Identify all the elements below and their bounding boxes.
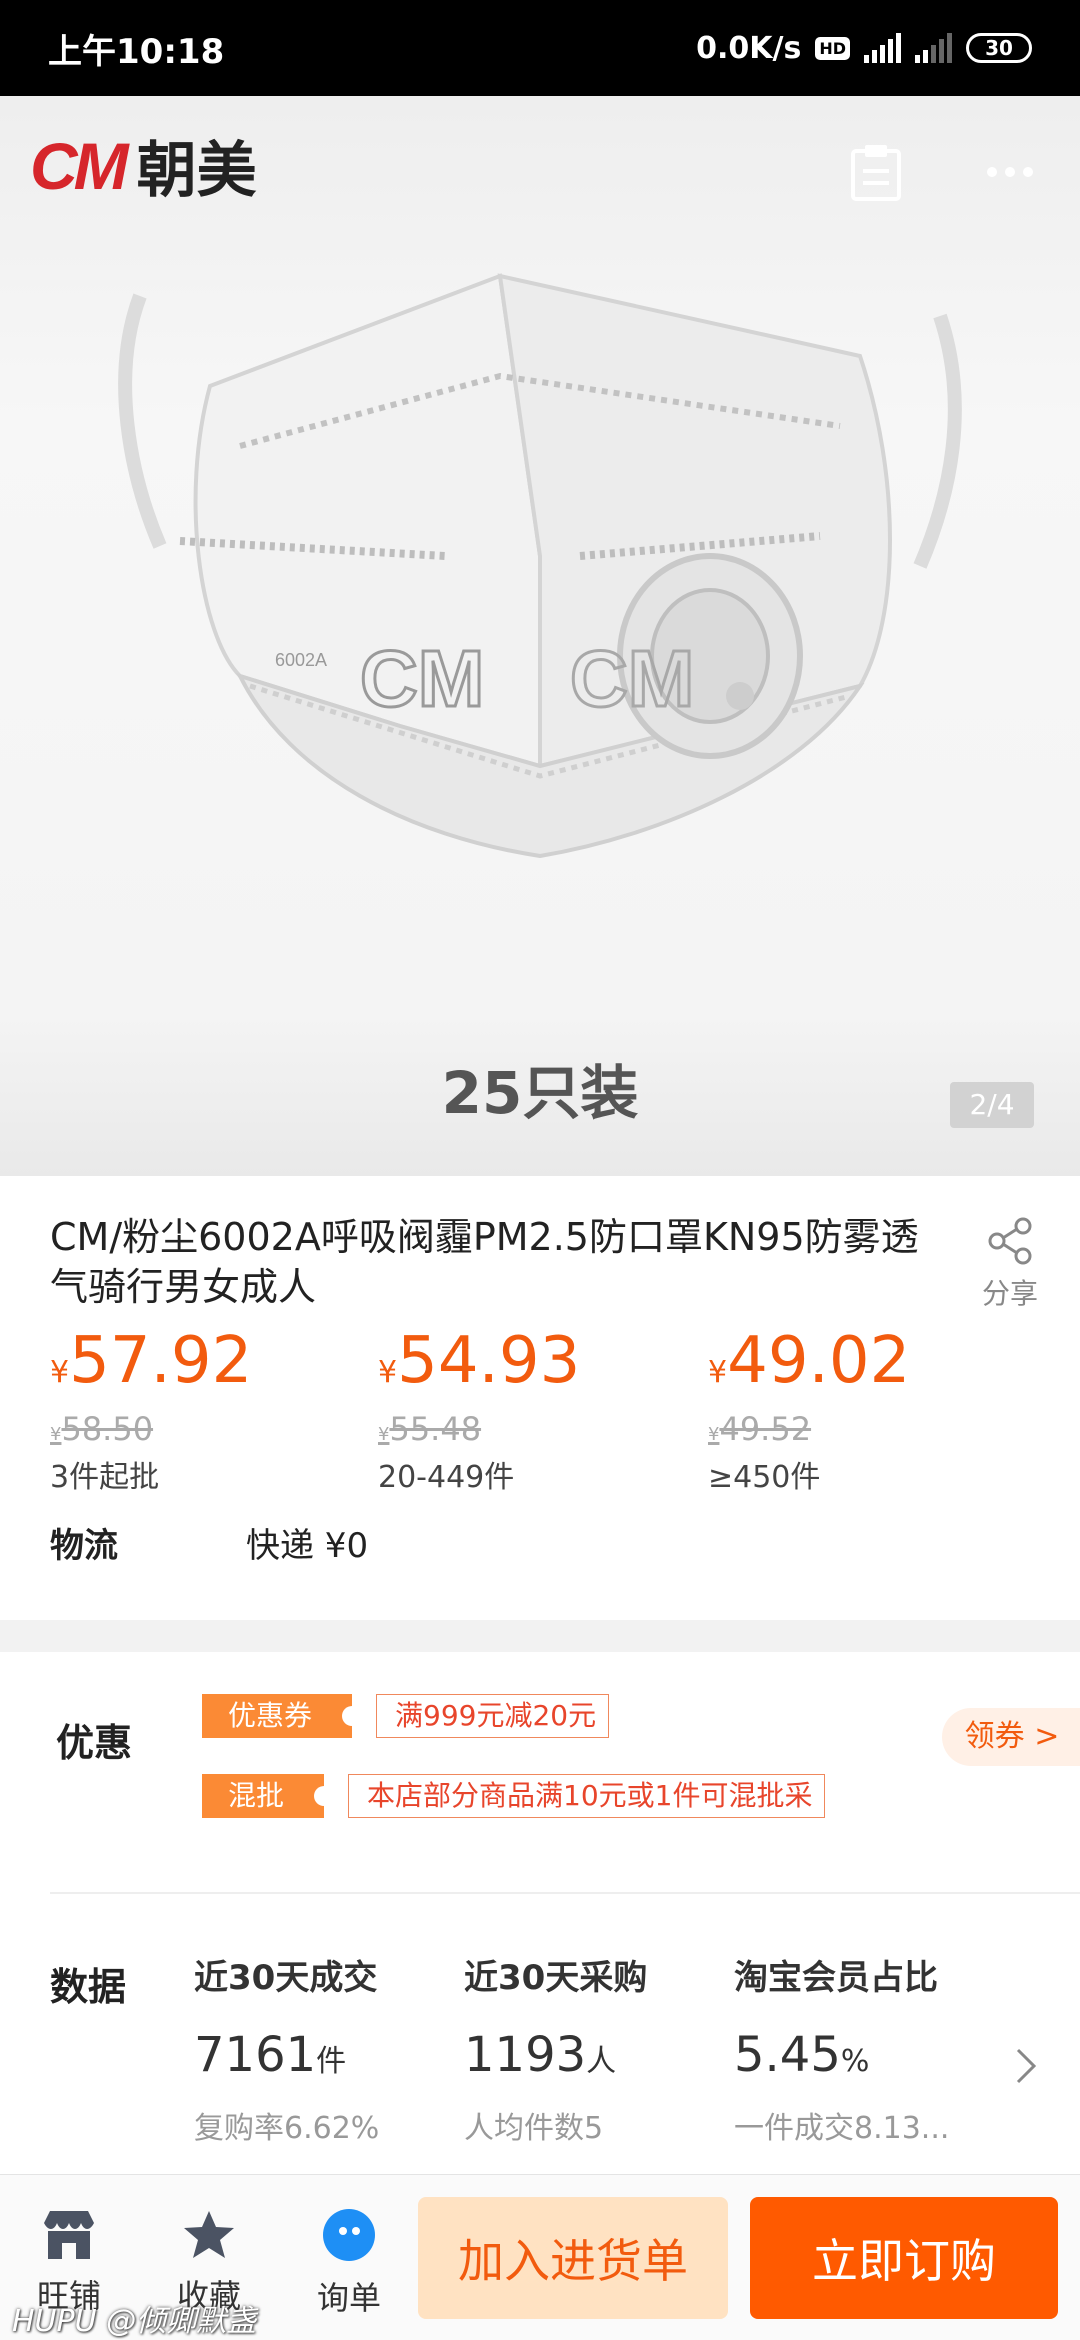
status-bar: 上午10:18 0.0K/s HD 30 bbox=[0, 0, 1080, 96]
mask-printed-model: 6002A bbox=[275, 650, 327, 670]
logistics-row: 物流 快递 ¥0 bbox=[50, 1518, 368, 1567]
price-tier-2-original: ¥55.48 bbox=[378, 1410, 482, 1448]
inquiry-button[interactable]: 询单 bbox=[294, 2209, 404, 2319]
mixed-wholesale-tag: 混批 bbox=[202, 1774, 335, 1818]
price-tier-3-original: ¥49.52 bbox=[708, 1410, 812, 1448]
status-indicators: 0.0K/s HD 30 bbox=[696, 31, 1032, 66]
stat-sub: 一件成交8.13... bbox=[734, 2111, 950, 2146]
mask-printed-logo: CM bbox=[360, 634, 484, 723]
watermark: HUPU @倾卿默盏 bbox=[12, 2304, 257, 2339]
logistics-value: 快递 ¥0 bbox=[246, 1526, 369, 1566]
signal-icon bbox=[864, 33, 901, 63]
more-menu-icon[interactable] bbox=[970, 132, 1050, 212]
stats-section[interactable]: 数据 近30天成交 7161件 复购率6.62% 近30天采购 1193人 人均… bbox=[0, 1894, 1080, 2174]
share-label: 分享 bbox=[981, 1277, 1038, 1310]
shop-icon bbox=[44, 2211, 94, 2259]
price-tier-2-price: ¥54.93 bbox=[378, 1324, 581, 1398]
chat-icon bbox=[323, 2209, 375, 2261]
mixed-wholesale-row[interactable]: 混批 本店部分商品满10元或1件可混批采 bbox=[202, 1774, 826, 1818]
logistics-label: 物流 bbox=[50, 1526, 118, 1566]
mask-printed-logo-right: CM bbox=[570, 634, 694, 723]
mixed-wholesale-text: 本店部分商品满10元或1件可混批采 bbox=[348, 1774, 826, 1818]
pack-size-label: 25只装 bbox=[441, 1059, 639, 1127]
stat-sub: 人均件数5 bbox=[464, 2111, 604, 2146]
get-coupon-button[interactable]: 领券 > bbox=[942, 1708, 1080, 1766]
price-tier-2-quantity: 20-449件 bbox=[378, 1460, 515, 1495]
price-tier-3-quantity: ≥450件 bbox=[708, 1460, 821, 1495]
coupon-tag: 优惠券 bbox=[202, 1694, 363, 1738]
promo-label: 优惠 bbox=[56, 1721, 133, 1765]
hd-badge: HD bbox=[815, 36, 850, 60]
price-tier-3-price: ¥49.02 bbox=[708, 1324, 911, 1398]
battery-icon: 30 bbox=[966, 33, 1032, 63]
signal-secondary-icon bbox=[915, 33, 952, 63]
stats-label: 数据 bbox=[50, 1965, 127, 2009]
share-icon bbox=[988, 1217, 1032, 1265]
promo-section: 优惠 优惠券 满999元减20元 混批 本店部分商品满10元或1件可混批采 领券… bbox=[0, 1652, 1080, 1892]
brand-logo: CM 朝美 bbox=[30, 122, 257, 209]
price-tier-1: ¥57.92 ¥58.50 3件起批 bbox=[50, 1326, 252, 1496]
stat-head: 近30天采购 bbox=[464, 1958, 648, 1998]
brand-logo-latin: CM bbox=[30, 128, 129, 203]
stat-monthly-buyers: 近30天采购 1193人 人均件数5 bbox=[464, 1950, 647, 2147]
brand-logo-chinese: 朝美 bbox=[136, 136, 257, 206]
stat-value: 5.45% bbox=[734, 2027, 870, 2083]
stat-member-ratio: 淘宝会员占比 5.45% 一件成交8.13... bbox=[734, 1950, 949, 2147]
image-page-indicator: 2/4 bbox=[950, 1082, 1034, 1128]
star-icon bbox=[184, 2211, 234, 2258]
stat-head: 近30天成交 bbox=[194, 1958, 378, 1998]
coupon-row[interactable]: 优惠券 满999元减20元 bbox=[202, 1694, 610, 1738]
section-divider bbox=[0, 1620, 1080, 1652]
battery-level: 30 bbox=[985, 36, 1013, 60]
product-title: CM/粉尘6002A呼吸阀霾PM2.5防口罩KN95防雾透气骑行男女成人 bbox=[50, 1215, 919, 1309]
buy-now-button[interactable]: 立即订购 bbox=[750, 2197, 1058, 2319]
stat-sub: 复购率6.62% bbox=[194, 2111, 380, 2146]
network-speed: 0.0K/s bbox=[696, 30, 802, 66]
stat-value: 7161件 bbox=[194, 2027, 347, 2083]
stat-monthly-sales: 近30天成交 7161件 复购率6.62% bbox=[194, 1950, 379, 2147]
status-time: 上午10:18 bbox=[48, 31, 225, 72]
price-tier-1-original: ¥58.50 bbox=[50, 1410, 154, 1448]
mask-product-image: CM CM 6002A bbox=[118, 273, 962, 859]
coupon-text: 满999元减20元 bbox=[376, 1694, 610, 1738]
price-tier-1-price: ¥57.92 bbox=[50, 1324, 253, 1398]
stat-value: 1193人 bbox=[464, 2027, 617, 2083]
clipboard-icon[interactable] bbox=[836, 132, 916, 212]
stat-head: 淘宝会员占比 bbox=[734, 1958, 938, 1998]
product-info-section: CM/粉尘6002A呼吸阀霾PM2.5防口罩KN95防雾透气骑行男女成人 分享 … bbox=[0, 1176, 1080, 1620]
product-image-carousel[interactable]: CM 朝美 CM CM 6002A 25只装 2/4 bbox=[0, 96, 1080, 1176]
chevron-right-icon[interactable] bbox=[1012, 2044, 1042, 2088]
inquiry-label: 询单 bbox=[316, 2279, 381, 2317]
price-tier-2: ¥54.93 ¥55.48 20-449件 bbox=[378, 1326, 580, 1496]
share-button[interactable]: 分享 bbox=[970, 1216, 1050, 1312]
add-to-cart-button[interactable]: 加入进货单 bbox=[418, 2197, 728, 2319]
price-tier-3: ¥49.02 ¥49.52 ≥450件 bbox=[708, 1326, 910, 1496]
price-tier-1-quantity: 3件起批 bbox=[50, 1460, 160, 1495]
